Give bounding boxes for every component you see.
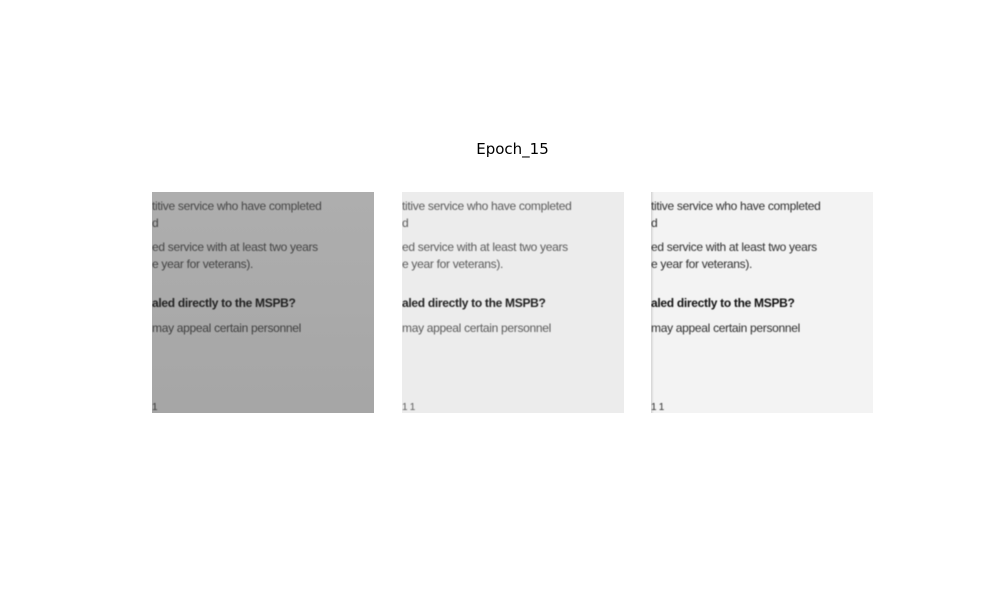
- text-line: e year for veterans).: [402, 257, 504, 271]
- text-line: ed service with at least two years: [651, 240, 817, 254]
- text-line: d: [402, 216, 409, 230]
- text-line-fragment: 1 1: [651, 402, 665, 413]
- image-panel-output: titive service who have completed d ed s…: [651, 192, 873, 413]
- text-line: e year for veterans).: [152, 257, 254, 271]
- text-line-heading: aled directly to the MSPB?: [651, 296, 795, 310]
- text-line: titive service who have completed: [152, 199, 322, 213]
- text-line: titive service who have completed: [402, 199, 572, 213]
- text-line-heading: aled directly to the MSPB?: [402, 296, 546, 310]
- text-line: e year for veterans).: [651, 257, 753, 271]
- text-line: d: [651, 216, 658, 230]
- text-line-fragment: 1 1: [402, 402, 416, 413]
- text-line: may appeal certain personnel: [402, 321, 552, 335]
- text-line: may appeal certain personnel: [651, 321, 801, 335]
- text-line: d: [152, 216, 159, 230]
- text-line: may appeal certain personnel: [152, 321, 302, 335]
- figure-title: Epoch_15: [476, 140, 549, 158]
- image-panel-input: titive service who have completed d ed s…: [152, 192, 374, 413]
- text-line-fragment: 1: [152, 402, 158, 413]
- text-line: ed service with at least two years: [402, 240, 568, 254]
- text-line-heading: aled directly to the MSPB?: [152, 296, 296, 310]
- text-line: titive service who have completed: [651, 199, 821, 213]
- text-line: ed service with at least two years: [152, 240, 318, 254]
- image-panel-target: titive service who have completed d ed s…: [402, 192, 624, 413]
